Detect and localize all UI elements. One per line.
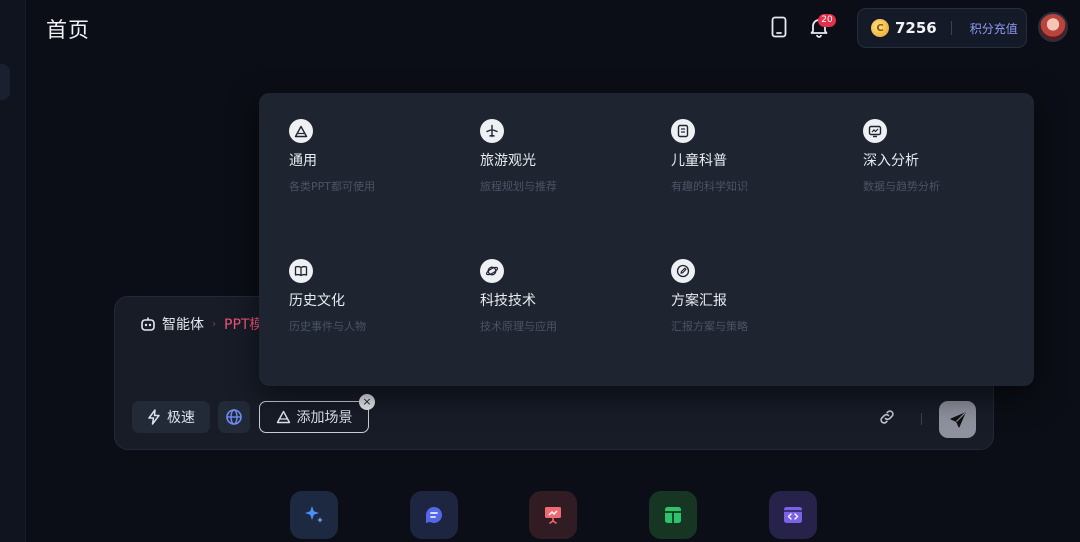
scene-option-analysis[interactable]: 深入分析 数据与趋势分析 xyxy=(863,119,1023,229)
scene-desc: 汇报方案与策略 xyxy=(671,320,748,333)
recharge-link[interactable]: 积分充值 xyxy=(970,20,1018,37)
page-title: 首页 xyxy=(46,18,90,42)
robot-icon xyxy=(141,317,155,331)
points-divider xyxy=(950,21,952,35)
avatar[interactable] xyxy=(1038,12,1068,42)
planet-icon xyxy=(480,259,504,283)
notification-badge: 20 xyxy=(818,14,836,27)
sparkle-icon[interactable] xyxy=(290,491,338,539)
send-icon xyxy=(950,412,965,427)
toolbar-divider xyxy=(921,413,922,425)
scene-name: 旅游观光 xyxy=(480,153,536,169)
scene-name: 深入分析 xyxy=(863,153,919,169)
presentation-icon[interactable] xyxy=(529,491,577,539)
scene-option-history[interactable]: 历史文化 历史事件与人物 xyxy=(289,259,449,369)
agent-mode-label: PPT模 xyxy=(224,317,264,333)
monitor-chart-icon xyxy=(863,119,887,143)
table-icon[interactable] xyxy=(649,491,697,539)
scene-name: 科技技术 xyxy=(480,293,536,309)
chat-bubble-icon[interactable] xyxy=(410,491,458,539)
edit-icon xyxy=(671,259,695,283)
scene-option-kids-science[interactable]: 儿童科普 有趣的科学知识 xyxy=(671,119,831,229)
fast-mode-label: 极速 xyxy=(167,410,195,426)
scene-option-travel[interactable]: 旅游观光 旅程规划与推荐 xyxy=(480,119,640,229)
triangle-icon xyxy=(276,410,290,424)
scene-desc: 旅程规划与推荐 xyxy=(480,180,557,193)
scene-name: 通用 xyxy=(289,153,317,169)
coin-icon: C xyxy=(871,19,889,37)
send-button[interactable] xyxy=(939,401,976,438)
scene-name: 方案汇报 xyxy=(671,293,727,309)
close-icon[interactable]: × xyxy=(359,394,375,410)
globe-icon xyxy=(226,409,242,425)
triangle-icon xyxy=(289,119,313,143)
scene-name: 历史文化 xyxy=(289,293,345,309)
scene-desc: 数据与趋势分析 xyxy=(863,180,940,193)
add-scene-button[interactable]: 添加场景 xyxy=(259,401,369,433)
add-scene-label: 添加场景 xyxy=(296,410,353,426)
scene-desc: 各类PPT都可使用 xyxy=(289,180,375,193)
plane-icon xyxy=(480,119,504,143)
scene-desc: 有趣的科学知识 xyxy=(671,180,748,193)
scene-name: 儿童科普 xyxy=(671,153,727,169)
code-window-icon[interactable] xyxy=(769,491,817,539)
book-kid-icon xyxy=(671,119,695,143)
web-search-button[interactable] xyxy=(218,401,250,433)
scene-desc: 技术原理与应用 xyxy=(480,320,557,333)
scene-option-general[interactable]: 通用 各类PPT都可使用 xyxy=(289,119,449,229)
breadcrumb-separator: › xyxy=(212,318,216,330)
link-icon[interactable] xyxy=(877,407,897,431)
scene-dropdown: 通用 各类PPT都可使用 旅游观光 旅程规划与推荐 儿童科普 有趣的科学知识 深… xyxy=(259,93,1034,386)
points-value: 7256 xyxy=(895,19,937,37)
scene-desc: 历史事件与人物 xyxy=(289,320,366,333)
scene-option-technology[interactable]: 科技技术 技术原理与应用 xyxy=(480,259,640,369)
points-panel[interactable]: C 7256 积分充值 xyxy=(857,8,1027,48)
agent-label: 智能体 xyxy=(162,317,204,333)
sidebar xyxy=(0,0,26,542)
scene-option-proposal[interactable]: 方案汇报 汇报方案与策略 xyxy=(671,259,831,369)
sidebar-collapse-handle[interactable] xyxy=(0,64,10,100)
lightning-icon xyxy=(148,409,160,425)
phone-icon[interactable] xyxy=(766,14,792,40)
open-book-icon xyxy=(289,259,313,283)
fast-mode-button[interactable]: 极速 xyxy=(132,401,210,433)
agent-breadcrumb[interactable]: 智能体 › PPT模 xyxy=(140,314,263,334)
